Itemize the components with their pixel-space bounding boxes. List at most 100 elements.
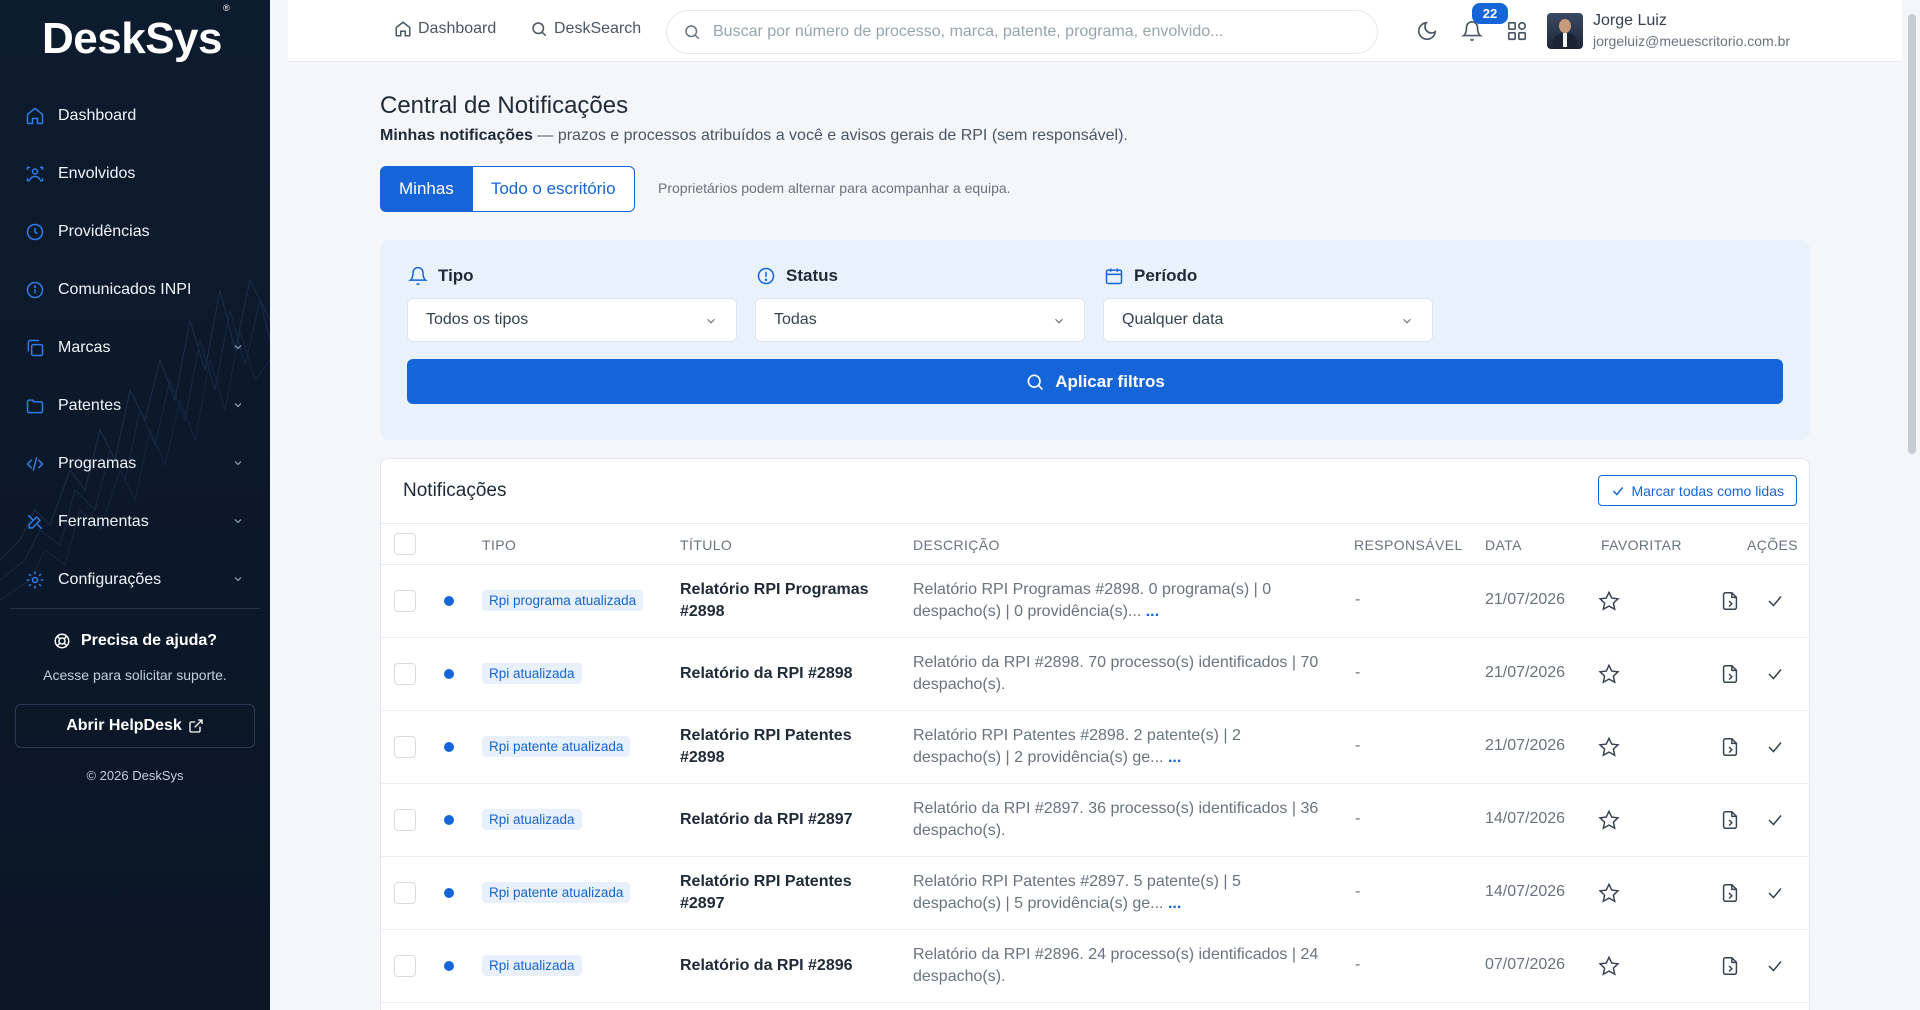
bell-icon xyxy=(408,266,428,286)
clock-icon xyxy=(24,221,46,243)
global-search-input[interactable] xyxy=(713,23,1333,41)
dark-mode-toggle-icon[interactable] xyxy=(1416,20,1438,42)
unread-dot xyxy=(444,815,454,825)
row-checkbox[interactable] xyxy=(394,736,416,758)
star-icon[interactable] xyxy=(1598,955,1620,977)
col-header-titulo[interactable]: TÍTULO xyxy=(680,537,732,553)
filter-period-value: Qualquer data xyxy=(1122,311,1224,328)
sidebar-item-envolvidos[interactable]: Envolvidos xyxy=(0,145,270,203)
user-avatar[interactable] xyxy=(1547,13,1583,49)
row-title[interactable]: Relatório RPI Patentes #2897 xyxy=(680,871,880,915)
star-icon[interactable] xyxy=(1598,809,1620,831)
expand-description-link[interactable]: ... xyxy=(1168,895,1181,912)
open-document-icon[interactable] xyxy=(1719,809,1741,831)
table-row[interactable]: Rpi patente atualizada Relatório RPI Pate… xyxy=(381,857,1809,930)
sidebar-item-marcas[interactable]: Marcas xyxy=(0,319,270,377)
col-header-data[interactable]: DATA xyxy=(1485,537,1522,553)
row-description: Relatório RPI Patentes #2898. 2 patente(… xyxy=(913,725,1323,769)
unread-dot xyxy=(444,888,454,898)
apps-grid-icon[interactable] xyxy=(1506,20,1528,42)
external-link-icon xyxy=(189,719,203,733)
star-icon[interactable] xyxy=(1598,882,1620,904)
row-title[interactable]: Relatório RPI Programas #2898 xyxy=(680,579,880,623)
topbar: Dashboard DeskSearch 22 Jorge Luiz jorge… xyxy=(288,0,1902,62)
sidebar-item-ferramentas[interactable]: Ferramentas xyxy=(0,493,270,551)
topbar-dashboard-link[interactable]: Dashboard xyxy=(394,20,496,38)
row-responsible: - xyxy=(1355,737,1361,754)
table-row[interactable]: Rpi atualizada Relatório da RPI #2897 Rela… xyxy=(381,784,1809,857)
help-title-text: Precisa de ajuda? xyxy=(80,632,218,649)
filter-status-select[interactable]: Todas xyxy=(755,298,1085,342)
open-document-icon[interactable] xyxy=(1719,663,1741,685)
sidebar-item-configuracoes[interactable]: Configurações xyxy=(0,551,270,609)
mark-read-check-icon[interactable] xyxy=(1766,738,1784,756)
filter-type-select[interactable]: Todos os tipos xyxy=(407,298,737,342)
mark-read-check-icon[interactable] xyxy=(1766,665,1784,683)
tab-mine[interactable]: Minhas xyxy=(380,166,473,212)
mark-read-check-icon[interactable] xyxy=(1766,957,1784,975)
tab-whole-office[interactable]: Todo o escritório xyxy=(472,166,635,212)
sidebar-item-comunicados-inpi[interactable]: Comunicados INPI xyxy=(0,261,270,319)
star-icon[interactable] xyxy=(1598,663,1620,685)
select-all-checkbox[interactable] xyxy=(394,533,416,555)
col-header-descricao[interactable]: DESCRIÇÃO xyxy=(913,537,1000,553)
row-title[interactable]: Relatório da RPI #2898 xyxy=(680,663,880,685)
table-row[interactable]: Rpi programa atualizada Relatório RPI Pro… xyxy=(381,565,1809,638)
col-header-responsavel[interactable]: RESPONSÁVEL xyxy=(1354,537,1463,553)
table-row[interactable]: Rpi atualizada Relatório da RPI #2896 Rela… xyxy=(381,930,1809,1003)
topbar-desksearch-link[interactable]: DeskSearch xyxy=(530,20,641,38)
row-date: 21/07/2026 xyxy=(1485,737,1566,754)
alert-circle-icon xyxy=(757,267,775,285)
sidebar-item-patentes[interactable]: Patentes xyxy=(0,377,270,435)
chevron-down-icon xyxy=(234,403,242,408)
gear-icon xyxy=(24,569,46,591)
page-scrollbar[interactable] xyxy=(1908,14,1916,454)
mark-read-check-icon[interactable] xyxy=(1766,592,1784,610)
row-description-text: Relatório RPI Patentes #2898. 2 patente(… xyxy=(913,727,1241,766)
open-document-icon[interactable] xyxy=(1719,736,1741,758)
star-icon[interactable] xyxy=(1598,736,1620,758)
topbar-desksearch-label: DeskSearch xyxy=(554,20,642,37)
mark-read-check-icon[interactable] xyxy=(1766,811,1784,829)
row-checkbox[interactable] xyxy=(394,590,416,612)
table-row[interactable]: Rpi patente atualizada Relatório RPI Pate… xyxy=(381,711,1809,784)
row-title[interactable]: Relatório da RPI #2897 xyxy=(680,809,880,831)
row-checkbox[interactable] xyxy=(394,955,416,977)
expand-description-link[interactable]: ... xyxy=(1168,749,1181,766)
row-checkbox[interactable] xyxy=(394,809,416,831)
app-logo[interactable]: DeskSys® xyxy=(42,3,230,64)
row-responsible: - xyxy=(1355,810,1361,827)
open-document-icon[interactable] xyxy=(1719,882,1741,904)
expand-description-link[interactable]: ... xyxy=(1146,603,1159,620)
sidebar-nav: Dashboard Envolvidos Providências Comunicad… xyxy=(0,87,270,609)
row-title[interactable]: Relatório da RPI #2896 xyxy=(680,955,880,977)
open-document-icon[interactable] xyxy=(1719,955,1741,977)
filter-period-select[interactable]: Qualquer data xyxy=(1103,298,1433,342)
row-checkbox[interactable] xyxy=(394,663,416,685)
sidebar-item-providencias[interactable]: Providências xyxy=(0,203,270,261)
page-title: Central de Notificações xyxy=(380,92,629,119)
star-icon[interactable] xyxy=(1598,590,1620,612)
open-helpdesk-button[interactable]: Abrir HelpDesk xyxy=(15,704,255,748)
table-row[interactable]: Rpi atualizada Relatório da RPI #2898 Rela… xyxy=(381,638,1809,711)
sidebar-item-programas[interactable]: Programas xyxy=(0,435,270,493)
user-email: jorgeluiz@meuescritorio.com.br xyxy=(1593,33,1791,49)
sidebar-item-label: Configurações xyxy=(58,571,162,588)
row-date: 14/07/2026 xyxy=(1485,810,1566,827)
notification-count-badge: 22 xyxy=(1472,3,1508,24)
apply-filters-button[interactable]: Aplicar filtros xyxy=(407,359,1783,404)
sidebar: DeskSys® Dashboard Envolvidos Providências… xyxy=(0,0,270,1010)
help-title: Precisa de ajuda? xyxy=(0,632,270,650)
calendar-icon xyxy=(1105,268,1123,285)
global-search[interactable] xyxy=(666,10,1378,54)
sidebar-item-dashboard[interactable]: Dashboard xyxy=(0,87,270,145)
col-header-acoes: AÇÕES xyxy=(1747,537,1799,553)
mark-all-read-button[interactable]: Marcar todas como lidas xyxy=(1598,475,1797,506)
mark-read-check-icon[interactable] xyxy=(1766,884,1784,902)
user-name[interactable]: Jorge Luiz xyxy=(1593,12,1667,30)
row-title[interactable]: Relatório RPI Patentes #2898 xyxy=(680,725,880,769)
registered-mark: ® xyxy=(222,3,230,14)
col-header-tipo[interactable]: TIPO xyxy=(482,537,516,553)
open-document-icon[interactable] xyxy=(1719,590,1741,612)
row-checkbox[interactable] xyxy=(394,882,416,904)
